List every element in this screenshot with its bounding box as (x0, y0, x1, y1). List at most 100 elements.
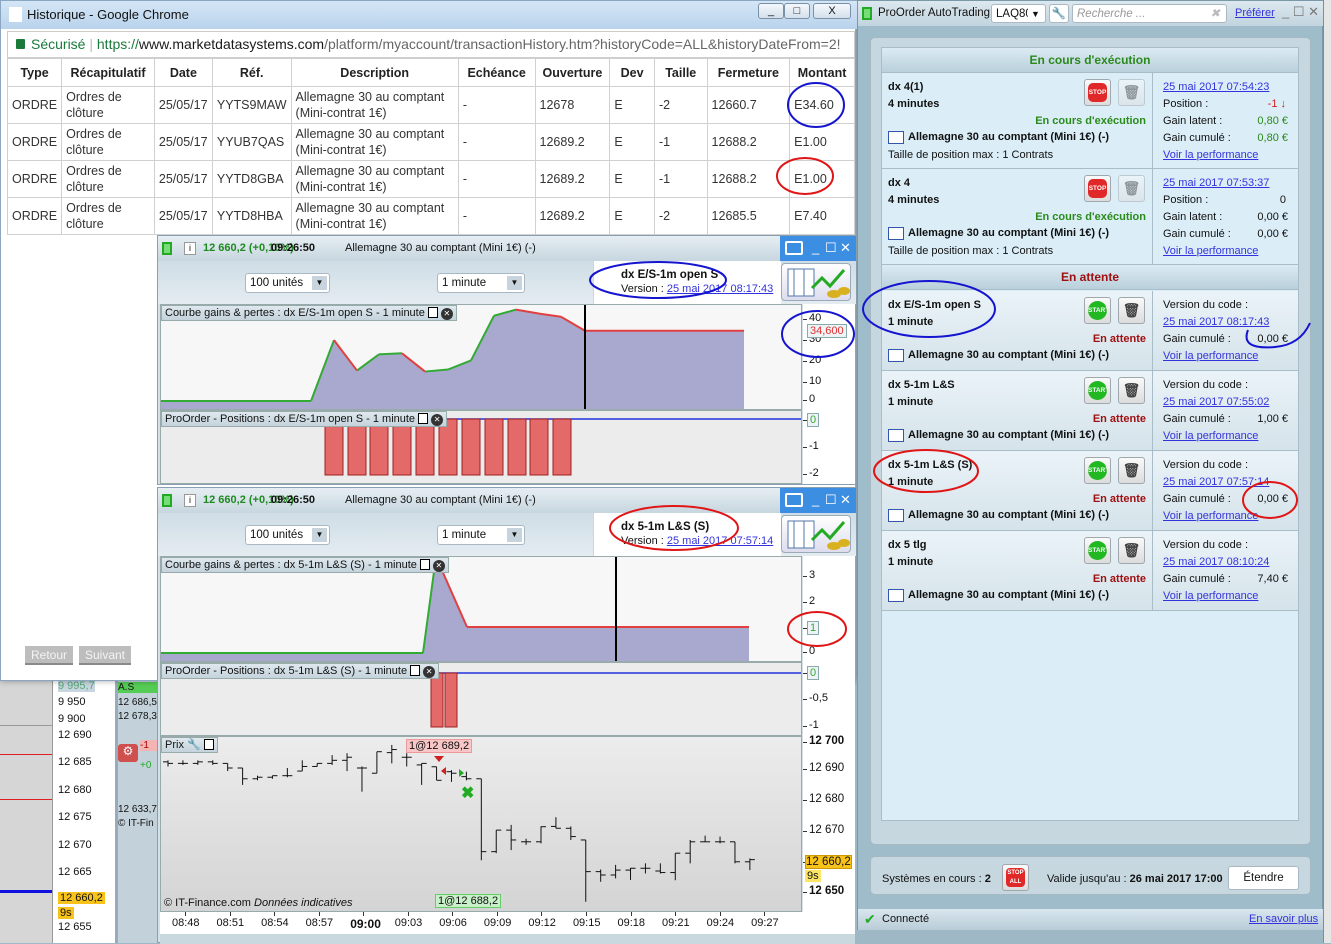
trash-icon: 🗑 (1122, 84, 1141, 100)
performance-report-icon[interactable] (781, 263, 851, 301)
gear-icon[interactable]: ⚙ (118, 744, 138, 762)
address-bar[interactable]: Sécurisé | https://www.marketdatasystems… (7, 31, 855, 58)
next-button[interactable]: Suivant (79, 646, 131, 665)
pane-close-icon[interactable]: ✕ (440, 308, 453, 320)
table-cell: 25/05/17 (153, 160, 213, 198)
account-select[interactable]: LAQ80 ▼ (991, 4, 1046, 23)
delete-button[interactable]: 🗑 (1118, 377, 1145, 404)
ohlc-bar (312, 762, 323, 767)
close-button[interactable]: X (813, 3, 851, 19)
performance-link[interactable]: Voir la performance (1163, 510, 1258, 522)
maximize-button[interactable]: □ (784, 3, 810, 19)
units-select[interactable]: 100 unités ▼ (245, 273, 330, 293)
settings-wrench-button[interactable]: 🔧 (1049, 4, 1069, 23)
ohlc-bar (431, 766, 442, 781)
version-label: Version du code : (1163, 379, 1249, 391)
start-button[interactable]: START (1084, 457, 1111, 484)
status-text: En attente (1092, 493, 1146, 505)
keyboard-icon[interactable] (785, 493, 803, 507)
table-cell: 12689.2 (534, 160, 611, 198)
browser-title-bar[interactable]: Historique - Google Chrome _ □ X (1, 1, 857, 29)
delete-button[interactable]: 🗑 (1118, 537, 1145, 564)
info-icon[interactable]: i (184, 494, 196, 507)
instrument-chart-icon (888, 589, 904, 602)
start-date-link[interactable]: 25 mai 2017 07:53:37 (1163, 177, 1269, 189)
performance-report-icon[interactable] (781, 515, 851, 553)
keyboard-icon[interactable] (785, 241, 803, 255)
version-link[interactable]: 25 mai 2017 07:57:14 (667, 535, 773, 547)
window-controls[interactable]: _ ☐ ✕ (1282, 4, 1319, 20)
close-icon[interactable]: ✕ (840, 492, 851, 508)
delete-button[interactable]: 🗑 (1118, 79, 1145, 106)
time-tick-label: 09:03 (394, 917, 423, 929)
search-input[interactable]: Recherche ... ✖ (1072, 4, 1227, 23)
prefer-link[interactable]: Préférer (1235, 7, 1275, 19)
pane-window-icon[interactable] (418, 413, 429, 424)
column-header: Réf. (211, 58, 292, 87)
pane-title: ProOrder - Positions : dx E/S-1m open S … (161, 411, 448, 427)
pane-window-icon[interactable] (419, 559, 430, 570)
ohlc-bar (625, 867, 636, 880)
maximize-icon[interactable]: ☐ (825, 240, 837, 256)
table-cell: Ordres de clôture (61, 160, 155, 198)
version-date-link[interactable]: 25 mai 2017 07:57:14 (1163, 476, 1269, 488)
axis-tick-label: 2 (809, 595, 816, 607)
version-link[interactable]: 25 mai 2017 08:17:43 (667, 283, 773, 295)
back-button[interactable]: Retour (25, 646, 73, 665)
performance-link[interactable]: Voir la performance (1163, 430, 1258, 442)
minimize-icon[interactable]: _ (812, 492, 819, 507)
window-controls[interactable]: _ ☐ ✕ (780, 488, 856, 513)
pane-window-icon[interactable] (427, 307, 438, 318)
performance-link[interactable]: Voir la performance (1163, 350, 1258, 362)
units-select[interactable]: 100 unités ▼ (245, 525, 330, 545)
learn-more-link[interactable]: En savoir plus (1249, 913, 1318, 925)
stop-all-button[interactable]: STOP ALL (1002, 864, 1029, 891)
system-name: dx E/S-1m open S (888, 299, 981, 311)
version-date-link[interactable]: 25 mai 2017 08:10:24 (1163, 556, 1269, 568)
start-button[interactable]: START (1084, 297, 1111, 324)
chart-title-bar[interactable]: i 12 660,2 (+0,10%) 09:26:50 Allemagne 3… (158, 488, 856, 513)
pane-close-icon[interactable]: ✕ (423, 666, 436, 678)
pane-window-icon[interactable] (410, 665, 421, 676)
autotrading-title-bar[interactable]: ProOrder AutoTrading LAQ80 ▼ 🔧 Recherche … (858, 1, 1324, 26)
timeframe-select[interactable]: 1 minute ▼ (437, 525, 525, 545)
minimize-icon[interactable]: _ (812, 240, 819, 255)
start-date-link[interactable]: 25 mai 2017 07:54:23 (1163, 81, 1269, 93)
start-button[interactable]: START (1084, 377, 1111, 404)
start-button[interactable]: START (1084, 537, 1111, 564)
performance-link[interactable]: Voir la performance (1163, 149, 1258, 161)
clear-search-icon[interactable]: ✖ (1210, 5, 1220, 23)
position-bar (444, 672, 458, 728)
ohlc-bar (237, 767, 248, 785)
candlestick-icon (162, 242, 172, 255)
maximize-icon[interactable]: ☐ (825, 492, 837, 508)
system-name: dx 5-1m L&S (S) (621, 521, 710, 533)
delete-button[interactable]: 🗑 (1118, 297, 1145, 324)
stop-button[interactable]: STOP (1084, 79, 1111, 106)
cumul-label: Gain cumulé : (1163, 228, 1231, 240)
axis-tick-label: 12 660,2 (58, 892, 105, 904)
delete-button[interactable]: 🗑 (1118, 175, 1145, 202)
stop-button[interactable]: STOP (1084, 175, 1111, 202)
pane-close-icon[interactable]: ✕ (431, 414, 444, 426)
ohlc-bar (655, 863, 666, 874)
info-icon[interactable]: i (184, 242, 196, 255)
pane-window-icon[interactable] (203, 739, 214, 750)
instrument-chart-icon (888, 429, 904, 442)
close-icon[interactable]: ✕ (840, 240, 851, 256)
wrench-icon[interactable]: 🔧 (187, 739, 201, 751)
performance-link[interactable]: Voir la performance (1163, 245, 1258, 257)
chart-title-bar[interactable]: i 12 660,2 (+0,10%) 09:26:50 Allemagne 3… (158, 236, 856, 261)
instrument-chart-icon (888, 227, 904, 240)
table-cell: - (457, 123, 536, 161)
extend-button[interactable]: Étendre (1228, 866, 1299, 890)
version-date-link[interactable]: 25 mai 2017 07:55:02 (1163, 396, 1269, 408)
minimize-button[interactable]: _ (758, 3, 784, 19)
pane-close-icon[interactable]: ✕ (432, 560, 445, 572)
version-date-link[interactable]: 25 mai 2017 08:17:43 (1163, 316, 1269, 328)
window-controls[interactable]: _ ☐ ✕ (780, 236, 856, 261)
timeframe-select[interactable]: 1 minute ▼ (437, 273, 525, 293)
performance-link[interactable]: Voir la performance (1163, 590, 1258, 602)
version-label: Version du code : (1163, 459, 1249, 471)
delete-button[interactable]: 🗑 (1118, 457, 1145, 484)
